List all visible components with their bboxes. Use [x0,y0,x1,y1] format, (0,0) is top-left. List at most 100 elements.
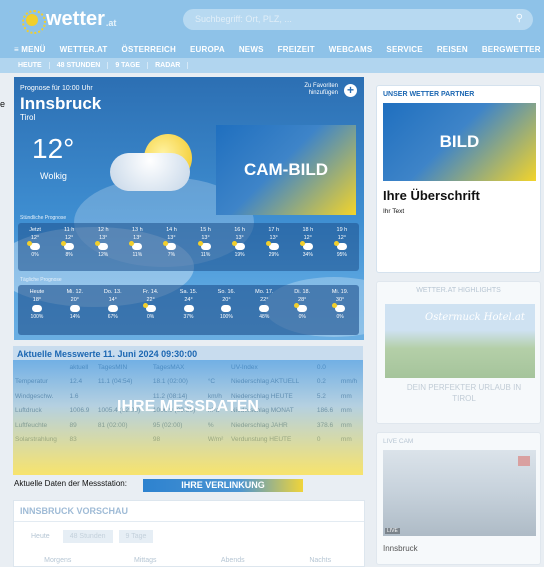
forecast-time-label: Mo. 17. [255,289,274,295]
partner-image[interactable]: BILD [383,103,536,181]
edge-letter: e [0,99,6,109]
tab-9-tage[interactable]: 9 Tage [118,530,154,543]
weather-icon [27,241,41,250]
partner-title[interactable]: Ihre Überschrift [383,188,480,203]
daily-item[interactable]: Heute 18° 100% [18,285,56,335]
forecast-time-label: 12 h [97,227,109,233]
livecam-image[interactable]: LIVE [383,450,536,536]
precip-chance: 19% [234,252,245,258]
partner-text: Ihr Text [383,208,405,215]
subnav-radar[interactable]: RADAR [148,62,189,69]
daily-item[interactable]: Mo. 17. 22° 48% [245,285,283,335]
search-placeholder: Suchbegriff: Ort, PLZ, ... [195,14,292,24]
station-link[interactable]: IHRE VERLINKUNG [143,479,303,492]
subnav-heute[interactable]: HEUTE [0,62,50,69]
nav-item-menu[interactable]: ≡ MENÜ [14,45,46,54]
hourly-item[interactable]: 19 h 12° 95% [325,223,359,271]
precip-chance: 0% [336,314,344,320]
weather-icon [197,241,211,250]
add-favorite-label[interactable]: Zu Favoriten hinzufügen [294,83,338,97]
col-morgens: Morgens [44,557,72,564]
daily-item[interactable]: Mi. 12. 20° 14% [56,285,94,335]
search-icon[interactable]: ⚲ [516,13,523,24]
highlights-card[interactable]: WETTER.AT HIGHLIGHTS Ostermuck Hotel.at … [376,281,541,424]
forecast-time-label: So. 16. [217,289,236,295]
daily-item[interactable]: Fr. 14. 22° 0% [132,285,170,335]
precip-chance: 0% [147,314,155,320]
precip-chance: 95% [336,252,347,258]
col-nachts: Nachts [309,557,332,564]
hourly-item[interactable]: 12 h 13° 12% [86,223,120,271]
hourly-item[interactable]: 18 h 12° 34% [291,223,325,271]
main-nav: ≡ MENÜ WETTER.AT ÖSTERREICH EUROPA NEWS … [0,40,544,58]
weather-icon [333,241,347,250]
daily-item[interactable]: Do. 13. 14° 67% [94,285,132,335]
precip-chance: 0% [298,314,306,320]
forecast-temp: 12° [64,235,74,241]
forecast-temp: 22° [260,297,269,303]
col-abends: Abends [220,557,245,564]
forecast-time: Prognose für 10:00 Uhr [20,85,93,92]
forecast-time-label: Fr. 14. [142,289,159,295]
partner-label: UNSER WETTER PARTNER [383,91,475,98]
nav-item-bergwetter[interactable]: BERGWETTER [482,45,541,54]
livecam-card[interactable]: LIVE CAM LIVE Innsbruck [376,432,541,565]
nav-item-service[interactable]: SERVICE [386,45,422,54]
forecast-temp: 20° [70,297,79,303]
nav-item-reisen[interactable]: REISEN [437,45,468,54]
daily-item[interactable]: Di. 18. 28° 0% [283,285,321,335]
precip-chance: 11% [132,252,143,258]
tab-heute[interactable]: Heute [24,530,57,543]
preview-title: INNSBRUCK VORSCHAU [14,501,364,522]
daily-item[interactable]: So. 16. 20° 100% [207,285,245,335]
forecast-temp: 13° [167,235,176,241]
search-input[interactable]: Suchbegriff: Ort, PLZ, ... ⚲ [183,9,533,30]
hourly-item[interactable]: 15 h 13° 11% [188,223,222,271]
logo-suffix: .at [105,18,117,28]
hourly-item[interactable]: 13 h 13° 11% [120,223,154,271]
hourly-item[interactable]: 14 h 13° 7% [154,223,188,271]
precip-chance: 11% [200,252,211,258]
daily-label: Tägliche Prognose [20,277,62,283]
forecast-temp: 13° [133,235,142,241]
live-tag: LIVE [385,528,400,534]
nav-item-wetter-at[interactable]: WETTER.AT [60,45,108,54]
hourly-item[interactable]: 16 h 13° 19% [223,223,257,271]
nav-item-webcams[interactable]: WEBCAMS [329,45,373,54]
weather-icon [129,241,143,250]
station-label: Aktuelle Daten der Messstation: [14,479,127,488]
daily-item[interactable]: Mi. 19. 30° 0% [321,285,359,335]
partner-card[interactable]: UNSER WETTER PARTNER BILD Ihre Überschri… [376,85,541,273]
livecam-caption[interactable]: Innsbruck [383,544,418,553]
measurements-overlay [13,360,363,475]
forecast-temp: 13° [99,235,108,241]
tab-48-stunden[interactable]: 48 Stunden [62,530,113,543]
add-favorite-button[interactable]: + [344,84,357,97]
hourly-item[interactable]: 17 h 13° 29% [257,223,291,271]
weather-condition: Wolkig [40,171,67,181]
daily-item[interactable]: Sa. 15. 24° 37% [170,285,208,335]
hourly-item[interactable]: Jetzt 12° 0% [18,223,52,271]
forecast-time-label: 15 h [200,227,211,233]
col-mittags: Mittags [133,557,157,564]
logo[interactable]: wetter .at [22,8,117,34]
nav-item-news[interactable]: NEWS [239,45,264,54]
cam-image-placeholder[interactable]: CAM-BILD [216,125,356,215]
cam-badge-icon [518,456,530,466]
hourly-item[interactable]: 11 h 12° 8% [52,223,86,271]
subnav-48-stunden[interactable]: 48 STUNDEN [50,62,109,69]
highlights-image[interactable]: Ostermuck Hotel.at [385,304,535,378]
nav-item-oesterreich[interactable]: ÖSTERREICH [122,45,176,54]
forecast-time-label: 13 h [131,227,143,233]
forecast-time-label: 19 h [336,227,348,233]
weather-icon [221,305,232,312]
forecast-temp: 28° [298,297,307,303]
highlights-caption[interactable]: DEIN PERFEKTER URLAUB IN TIROL [399,382,529,404]
nav-item-europa[interactable]: EUROPA [190,45,225,54]
forecast-time-label: Jetzt [29,227,41,233]
subnav-9-tage[interactable]: 9 TAGE [108,62,149,69]
forecast-temp: 12° [337,235,347,241]
nav-item-freizeit[interactable]: FREIZEIT [278,45,315,54]
precip-chance: 67% [107,314,118,320]
weather-icon [231,241,245,250]
